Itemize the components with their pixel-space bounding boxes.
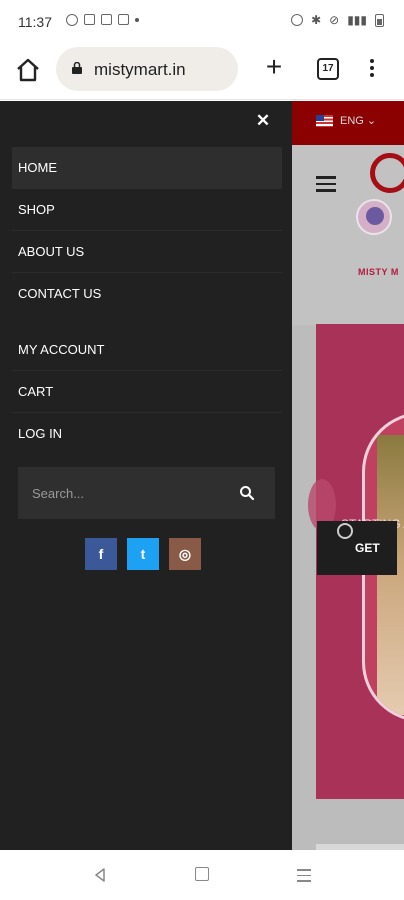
menu-item-contact-us[interactable]: CONTACT US	[12, 273, 282, 315]
instagram-notification-icon	[84, 14, 95, 25]
hamburger-icon[interactable]	[316, 176, 336, 192]
more-notifications-icon	[135, 18, 139, 22]
address-bar[interactable]: mistymart.in	[56, 47, 238, 91]
web-page: ENG ⌄ MISTY M STARTING A GET ✕ HOME SHOP…	[0, 101, 404, 850]
facebook-notification-icon	[118, 14, 129, 25]
hero-cta-button[interactable]: GET	[317, 521, 397, 575]
back-icon[interactable]	[92, 867, 108, 883]
notification-icons	[66, 14, 139, 26]
browser-toolbar: mistymart.in + 17	[0, 44, 404, 100]
site-topbar: ENG ⌄	[292, 101, 404, 145]
system-icons: ✱ ⊘ ▮▮▮	[291, 13, 384, 27]
lock-icon	[72, 62, 82, 74]
search-icon[interactable]	[239, 485, 255, 501]
drawer-search	[18, 467, 275, 519]
whatsapp-icon	[66, 14, 78, 26]
twitter-icon[interactable]: t	[127, 538, 159, 570]
menu-item-cart[interactable]: CART	[12, 371, 282, 413]
language-label: ENG	[340, 115, 364, 127]
home-square-icon[interactable]	[195, 867, 209, 881]
battery-icon	[375, 13, 384, 27]
mute-icon: ⊘	[329, 13, 340, 27]
tab-switcher-button[interactable]: 17	[317, 58, 339, 80]
new-tab-button[interactable]: +	[260, 53, 288, 82]
logo-text: MISTY M	[358, 267, 399, 277]
social-links: f t ◎	[85, 538, 201, 570]
language-selector[interactable]: ENG ⌄	[340, 114, 376, 127]
signal-icon: ▮▮▮	[347, 13, 367, 27]
search-input[interactable]	[18, 467, 228, 519]
browser-menu-icon[interactable]	[364, 56, 380, 82]
close-icon[interactable]: ✕	[254, 111, 272, 131]
recents-icon[interactable]	[297, 869, 311, 886]
mobile-menu-drawer: ✕ HOME SHOP ABOUT US CONTACT US MY ACCOU…	[0, 101, 292, 850]
menu-item-shop[interactable]: SHOP	[12, 189, 282, 231]
circle-icon	[337, 523, 353, 539]
facebook-icon[interactable]: f	[85, 538, 117, 570]
menu-item-my-account[interactable]: MY ACCOUNT	[12, 329, 282, 371]
drawer-menu: HOME SHOP ABOUT US CONTACT US MY ACCOUNT…	[12, 147, 282, 455]
status-bar: 11:37 ✱ ⊘ ▮▮▮	[0, 0, 404, 44]
page-overlay[interactable]: ENG ⌄ MISTY M STARTING A GET	[292, 101, 404, 850]
home-icon[interactable]	[14, 56, 42, 84]
site-logo[interactable]: MISTY M	[352, 149, 404, 277]
instagram-icon[interactable]: ◎	[169, 538, 201, 570]
url-text: mistymart.in	[94, 60, 186, 79]
menu-item-home[interactable]: HOME	[12, 147, 282, 189]
menu-item-log-in[interactable]: LOG IN	[12, 413, 282, 455]
us-flag-icon	[316, 115, 333, 127]
alarm-icon	[291, 14, 304, 26]
system-nav-bar	[0, 850, 404, 900]
menu-item-about-us[interactable]: ABOUT US	[12, 231, 282, 273]
hero-cta-label: GET	[355, 541, 380, 555]
app-notification-icon	[101, 14, 112, 25]
status-time: 11:37	[18, 14, 52, 30]
bluetooth-icon: ✱	[311, 13, 322, 27]
